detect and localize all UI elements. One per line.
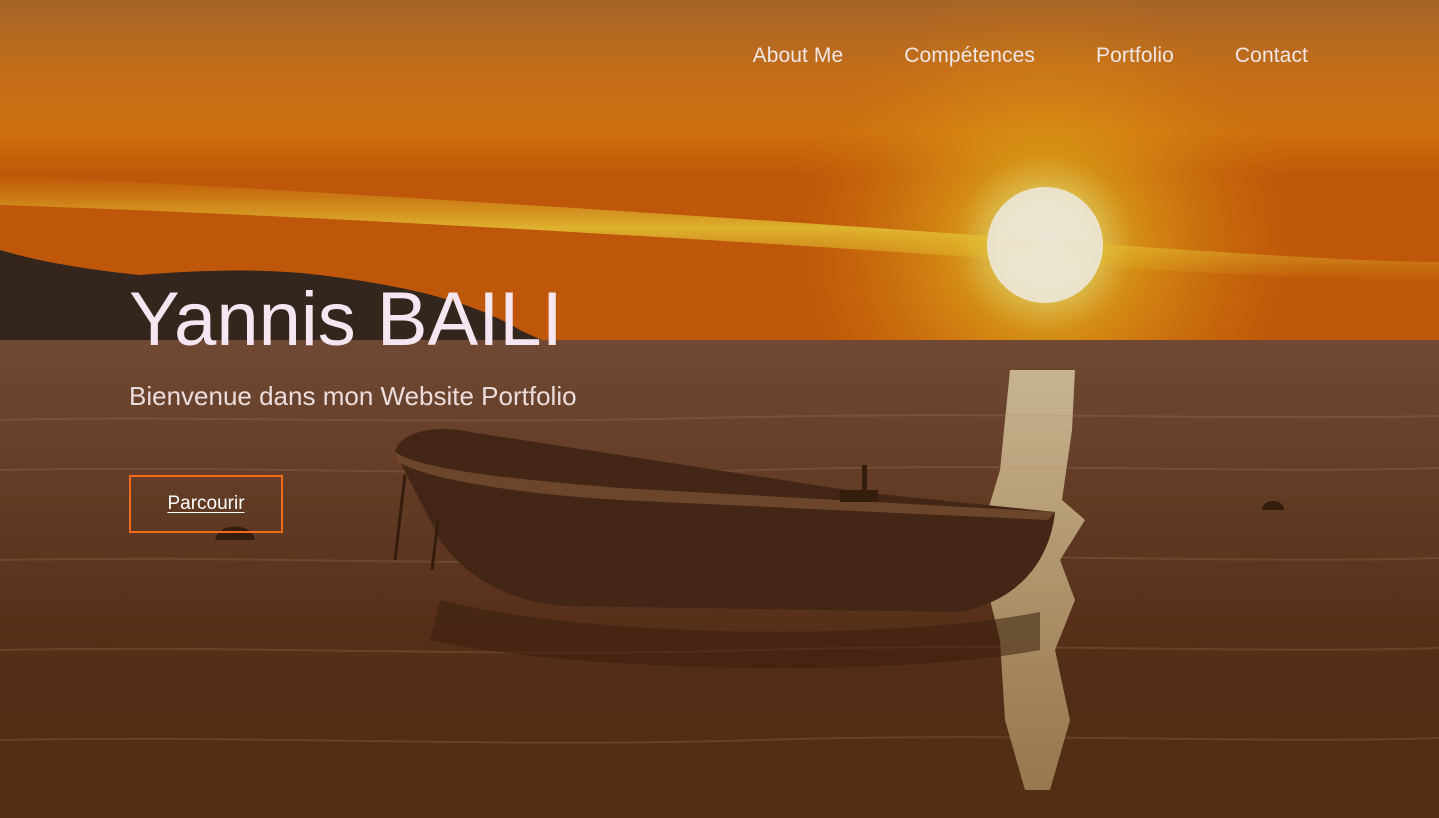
hero-section: About Me Compétences Portfolio Contact Y…: [0, 0, 1439, 818]
nav-link-contact[interactable]: Contact: [1235, 42, 1308, 70]
hero-subtitle: Bienvenue dans mon Website Portfolio: [129, 381, 577, 411]
browse-button-label: Parcourir: [167, 493, 245, 514]
hero-title: Yannis BAILI: [129, 277, 563, 362]
nav-link-about-me[interactable]: About Me: [753, 42, 844, 70]
nav-link-portfolio[interactable]: Portfolio: [1096, 42, 1174, 70]
nav-link-competences[interactable]: Compétences: [904, 42, 1035, 70]
browse-button[interactable]: Parcourir: [129, 475, 283, 533]
main-nav: About Me Compétences Portfolio Contact: [753, 42, 1308, 70]
